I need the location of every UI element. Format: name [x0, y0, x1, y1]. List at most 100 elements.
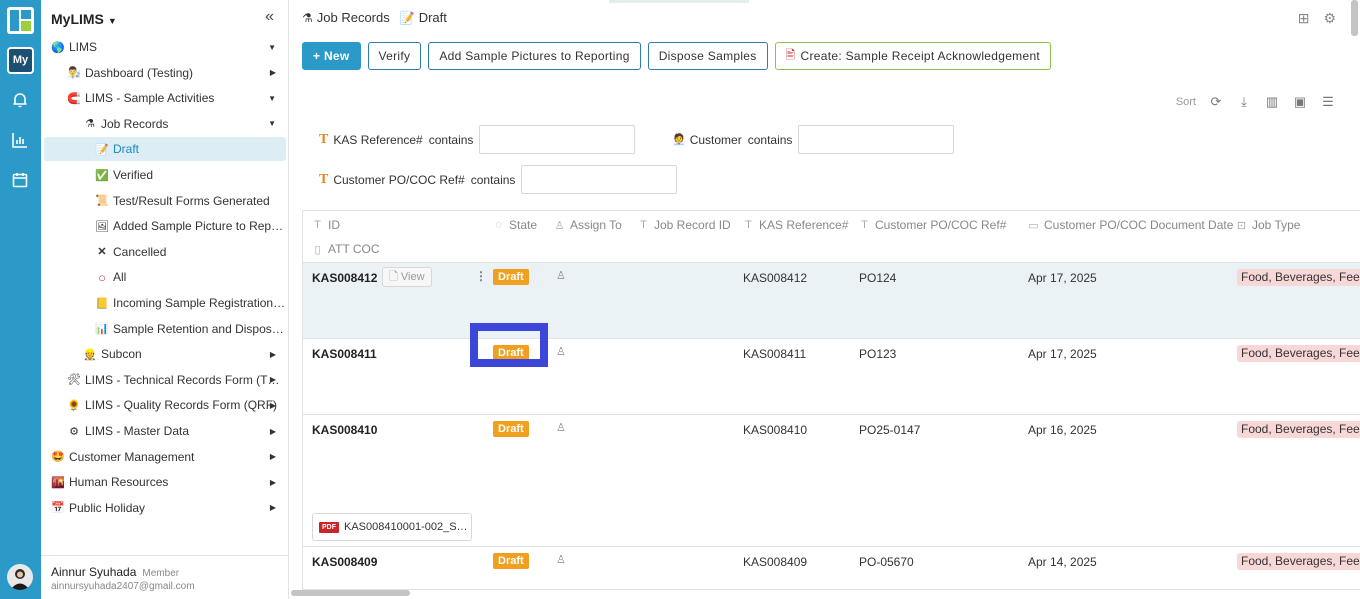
column-state[interactable]: ◌ State: [493, 218, 537, 232]
settings-gear-icon[interactable]: ⚙: [1323, 10, 1336, 27]
column-id[interactable]: T ID: [312, 218, 340, 232]
more-options-icon[interactable]: ⋮: [475, 269, 487, 283]
sidebar-item-label: Subcon: [101, 347, 142, 362]
magnet-icon: 🧲: [67, 92, 81, 105]
sidebar: MyLIMS ▼ « 🌎 LIMS ▼ 👨‍🔬 Dashboard (Testing) ▶ 🧲…: [41, 0, 289, 599]
sidebar-item-added-sample-picture-to-reporting[interactable]: 🖼 Added Sample Picture to Reporting: [44, 214, 286, 238]
sidebar-item-lims[interactable]: 🌎 LIMS ▼: [44, 35, 286, 59]
sort-button[interactable]: Sort: [1176, 96, 1196, 108]
sidebar-item-sample-retention-and-disposal-record[interactable]: 📊 Sample Retention and Disposal Record: [44, 317, 286, 341]
attachment-file[interactable]: PDF KAS008410001-002_SRA.pdf: [312, 513, 472, 541]
caret-right-icon[interactable]: ▶: [270, 503, 276, 512]
record-id[interactable]: KAS008409: [312, 555, 377, 569]
filter-operator[interactable]: contains: [471, 173, 516, 187]
vertical-scrollbar[interactable]: [1351, 0, 1358, 36]
sidebar-item-test-result-forms-generated[interactable]: 📜 Test/Result Forms Generated: [44, 189, 286, 213]
assign-person-icon[interactable]: ♙: [556, 553, 566, 566]
sidebar-item-job-records[interactable]: ⚗ Job Records ▼: [44, 112, 286, 136]
sidebar-item-cancelled[interactable]: ✕ Cancelled: [44, 240, 286, 264]
caret-right-icon[interactable]: ▶: [270, 401, 276, 410]
sidebar-item-customer-management[interactable]: 🤩 Customer Management ▶: [44, 445, 286, 469]
sidebar-item-lims-quality-records-form-qrf[interactable]: 🌻 LIMS - Quality Records Form (QRF) ▶: [44, 393, 286, 417]
workspace-selector[interactable]: MyLIMS ▼: [51, 11, 117, 27]
app-logo[interactable]: [7, 7, 34, 34]
my-workspace-button[interactable]: My: [7, 47, 34, 74]
column-job-type[interactable]: ⊡ Job Type: [1236, 218, 1301, 232]
column-kas-reference[interactable]: T KAS Reference#: [743, 218, 848, 232]
customer-po-filter-input[interactable]: [521, 165, 678, 194]
dispose-samples-button[interactable]: Dispose Samples: [647, 42, 768, 70]
sidebar-item-draft[interactable]: 📝 Draft: [44, 137, 286, 162]
sidebar-item-label: LIMS: [69, 40, 98, 54]
sidebar-item-all[interactable]: ○ All: [44, 265, 286, 289]
kas-ref-filter-input[interactable]: [479, 125, 636, 154]
job-records-table: T ID ◌ State ♙ Assign To T Job Record ID T KA…: [302, 210, 1360, 590]
document-icon: 🖹: [785, 47, 796, 62]
date-type-icon: ▭: [1028, 219, 1039, 232]
customer-filter-input[interactable]: [798, 125, 955, 154]
view-button[interactable]: 🗋 View: [382, 267, 432, 287]
caret-right-icon[interactable]: ▶: [270, 478, 276, 487]
sidebar-item-label: Human Resources: [69, 475, 169, 490]
column-job-record-id[interactable]: T Job Record ID: [638, 218, 731, 232]
record-id[interactable]: KAS008411: [312, 347, 377, 361]
new-button[interactable]: + New: [302, 42, 361, 70]
bell-icon[interactable]: [11, 91, 29, 109]
state-icon: ◌: [495, 219, 502, 231]
table-row[interactable]: KAS008410 Draft ♙ KAS008410 PO25-0147 Apr 16,…: [303, 415, 1360, 547]
caret-right-icon[interactable]: ▶: [270, 375, 276, 384]
bar-chart-icon[interactable]: [11, 131, 29, 149]
sidebar-item-dashboard-testing[interactable]: 👨‍🔬 Dashboard (Testing) ▶: [44, 61, 286, 85]
sidebar-item-incoming-sample-registration-sheet[interactable]: 📒 Incoming Sample Registration Sheet: [44, 291, 286, 315]
column-document-date[interactable]: ▭ Customer PO/COC Document Date: [1028, 218, 1233, 232]
column-att-coc[interactable]: ▯ ATT COC: [312, 242, 379, 256]
collapse-sidebar-icon[interactable]: «: [265, 8, 274, 26]
table-row[interactable]: KAS008409 Draft ♙ KAS008409 PO-05670 Apr 14, …: [303, 547, 1360, 589]
hierarchy-icon[interactable]: ⊞: [1298, 10, 1310, 27]
sidebar-item-public-holiday[interactable]: 📅 Public Holiday ▶: [44, 496, 286, 520]
checklist-icon[interactable]: ☰: [1320, 94, 1336, 110]
caret-down-icon[interactable]: ▼: [268, 94, 276, 103]
table-row[interactable]: KAS008412 🗋 View ⋮ Draft ♙ KAS008412 PO124 Apr …: [303, 263, 1360, 339]
horizontal-scrollbar[interactable]: [291, 590, 410, 596]
column-customer-po[interactable]: T Customer PO/COC Ref#: [859, 218, 1006, 232]
assign-person-icon[interactable]: ♙: [556, 269, 566, 282]
sidebar-item-label: Dashboard (Testing): [85, 65, 194, 80]
caret-down-icon[interactable]: ▼: [268, 119, 276, 128]
caret-right-icon[interactable]: ▶: [270, 452, 276, 461]
breadcrumb-parent[interactable]: Job Records: [317, 10, 390, 25]
sidebar-item-lims-master-data[interactable]: ⚙ LIMS - Master Data ▶: [44, 419, 286, 443]
record-id[interactable]: KAS008412: [312, 271, 377, 285]
filter-panel: T KAS Reference# contains 🧑‍💼 Customer c…: [319, 125, 1019, 195]
sidebar-item-verified[interactable]: ✅ Verified: [44, 163, 286, 187]
assign-person-icon[interactable]: ♙: [556, 421, 566, 434]
caret-down-icon[interactable]: ▼: [268, 43, 276, 52]
chart-view-icon[interactable]: ▥: [1264, 94, 1280, 110]
caret-right-icon[interactable]: ▶: [270, 68, 276, 77]
sidebar-item-human-resources[interactable]: 🌇 Human Resources ▶: [44, 470, 286, 494]
sidebar-item-lims-technical-records-form-trf[interactable]: 🛠 LIMS - Technical Records Form (TRF) ▶: [44, 368, 286, 392]
column-assign-to[interactable]: ♙ Assign To: [554, 218, 622, 232]
assign-person-icon[interactable]: ♙: [556, 345, 566, 358]
add-sample-pictures-button[interactable]: Add Sample Pictures to Reporting: [428, 42, 641, 70]
verify-button[interactable]: Verify: [367, 42, 422, 70]
caret-right-icon[interactable]: ▶: [270, 350, 276, 359]
filter-operator[interactable]: contains: [748, 133, 793, 147]
table-row[interactable]: KAS008411 Draft ♙ KAS008411 PO123 Apr 17, 202…: [303, 339, 1360, 415]
user-avatar[interactable]: [7, 564, 33, 590]
view-label: View: [400, 271, 425, 283]
sidebar-item-label: LIMS - Quality Records Form (QRF): [85, 398, 278, 413]
caret-right-icon[interactable]: ▶: [270, 427, 276, 436]
download-icon[interactable]: ⤓: [1236, 94, 1252, 110]
create-sample-receipt-button[interactable]: 🖹 Create: Sample Receipt Acknowledgement: [774, 42, 1052, 70]
calendar-icon[interactable]: [11, 171, 29, 189]
user-panel[interactable]: Ainnur Syuhada Member ainnursyuhada2407@g…: [41, 555, 289, 599]
sidebar-item-subcon[interactable]: 👷 Subcon ▶: [44, 342, 286, 366]
refresh-icon[interactable]: ⟳: [1208, 94, 1224, 110]
record-id[interactable]: KAS008410: [312, 423, 377, 437]
sidebar-item-lims-sample-activities[interactable]: 🧲 LIMS - Sample Activities ▼: [44, 86, 286, 110]
customer-po: PO124: [859, 271, 897, 285]
filter-operator[interactable]: contains: [429, 133, 474, 147]
calendar-add-icon[interactable]: ▣: [1292, 94, 1308, 110]
kas-reference: KAS008410: [743, 423, 808, 437]
